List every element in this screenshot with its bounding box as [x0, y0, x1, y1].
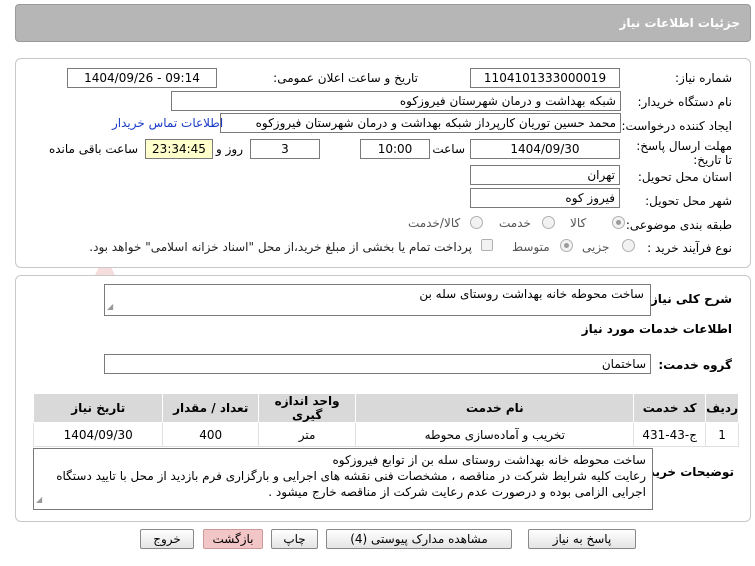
- deadline-label: مهلت ارسال پاسخ: تا تاریخ:: [636, 139, 732, 167]
- need-number-field[interactable]: 1104101333000019: [470, 68, 620, 88]
- services-table: ردیف کد خدمت نام خدمت واحد اندازه گیری ت…: [32, 393, 739, 447]
- back-button[interactable]: بازگشت: [203, 529, 263, 549]
- reply-button[interactable]: پاسخ به نیاز: [528, 529, 636, 549]
- deadline-time-field[interactable]: 10:00: [360, 139, 430, 159]
- page-title: جزئیات اطلاعات نیاز: [619, 16, 740, 30]
- treasury-payment-checkbox[interactable]: [481, 239, 493, 251]
- deadline-time-label: ساعت: [432, 142, 465, 156]
- buyer-org-field[interactable]: شبکه بهداشت و درمان شهرستان فیروزکوه: [171, 91, 621, 111]
- need-number-label: شماره نیاز:: [675, 71, 732, 85]
- remaining-time-field[interactable]: 23:34:45: [145, 139, 213, 159]
- buyer-contact-link[interactable]: اطلاعات تماس خریدار: [112, 116, 223, 130]
- cell-service-name: تخریب و آماده‌سازی محوطه: [355, 422, 635, 447]
- days-field[interactable]: 3: [250, 139, 320, 159]
- buyer-notes-line: رعایت کلیه شرایط شرکت در مناقصه ، مشخصات…: [56, 469, 646, 483]
- service-group-field[interactable]: ساختمان: [104, 354, 651, 374]
- days-label: روز و: [216, 142, 243, 156]
- category-option-service: خدمت: [499, 216, 531, 230]
- province-label: استان محل تحویل:: [637, 170, 732, 184]
- print-button[interactable]: چاپ: [271, 529, 318, 549]
- services-table-header: ردیف کد خدمت نام خدمت واحد اندازه گیری ت…: [32, 393, 739, 423]
- buyer-org-label: نام دستگاه خریدار:: [637, 95, 733, 109]
- need-summary-label: شرح کلی نیاز:: [646, 292, 732, 306]
- resize-grip-icon: ◢: [36, 495, 43, 504]
- cell-unit: متر: [257, 422, 357, 447]
- category-radio-goods[interactable]: [612, 216, 625, 229]
- table-row: 1 ج-43-431 تخریب و آماده‌سازی محوطه متر …: [32, 422, 739, 447]
- view-documents-button[interactable]: مشاهده مدارک پیوستی (4): [326, 529, 512, 549]
- treasury-payment-note: پرداخت تمام یا بخشی از مبلغ خرید،از محل …: [89, 240, 472, 254]
- col-header-need-date: تاریخ نیاز: [32, 393, 164, 423]
- requester-label: ایجاد کننده درخواست:: [621, 119, 732, 133]
- service-group-label: گروه خدمت:: [658, 358, 732, 372]
- buyer-notes-line: ساخت محوطه خانه بهداشت روستای سله بن از …: [332, 453, 646, 467]
- requester-field[interactable]: محمد حسین توریان کارپرداز شبکه بهداشت و …: [220, 113, 621, 133]
- city-field[interactable]: فیروز کوه: [470, 188, 620, 208]
- purchase-option-minor: جزیی: [582, 240, 610, 254]
- cell-row: 1: [705, 422, 739, 447]
- deadline-date-field[interactable]: 1404/09/30: [470, 139, 620, 159]
- col-header-row: ردیف: [705, 393, 739, 423]
- province-field[interactable]: تهران: [470, 165, 620, 185]
- category-option-goods: کالا: [570, 216, 587, 230]
- col-header-unit: واحد اندازه گیری: [257, 393, 357, 423]
- col-header-service-name: نام خدمت: [355, 393, 635, 423]
- category-radio-service[interactable]: [542, 216, 555, 229]
- buyer-notes-line: اجرایی الزامی بوده و درصورت عدم رعایت شر…: [268, 485, 646, 499]
- services-info-heading: اطلاعات خدمات مورد نیاز: [581, 322, 732, 336]
- purchase-radio-medium[interactable]: [560, 239, 573, 252]
- purchase-radio-minor[interactable]: [622, 239, 635, 252]
- cell-service-code: ج-43-431: [633, 422, 707, 447]
- need-summary-field[interactable]: ساخت محوطه خانه بهداشت روستای سله بن ◢: [104, 284, 651, 316]
- header-bar: جزئیات اطلاعات نیاز: [15, 4, 751, 42]
- remaining-label: ساعت باقی مانده: [48, 142, 138, 156]
- resize-grip-icon: ◢: [107, 302, 114, 311]
- cell-need-date: 1404/09/30: [32, 422, 164, 447]
- col-header-service-code: کد خدمت: [633, 393, 707, 423]
- category-radio-goods-service[interactable]: [470, 216, 483, 229]
- exit-button[interactable]: خروج: [140, 529, 194, 549]
- purchase-type-label: نوع فرآیند خرید :: [647, 241, 732, 255]
- category-label: طبقه بندی موضوعی:: [625, 218, 732, 232]
- category-option-goods-service: کالا/خدمت: [408, 216, 461, 230]
- announce-datetime-field[interactable]: 1404/09/26 - 09:14: [67, 68, 217, 88]
- city-label: شهر محل تحویل:: [645, 194, 732, 208]
- purchase-option-medium: متوسط: [512, 240, 550, 254]
- announce-datetime-label: تاریخ و ساعت اعلان عمومی:: [273, 71, 418, 85]
- need-summary-text: ساخت محوطه خانه بهداشت روستای سله بن: [419, 287, 644, 301]
- col-header-quantity: تعداد / مقدار: [162, 393, 259, 423]
- cell-quantity: 400: [162, 422, 259, 447]
- buyer-notes-field[interactable]: ساخت محوطه خانه بهداشت روستای سله بن از …: [33, 448, 653, 510]
